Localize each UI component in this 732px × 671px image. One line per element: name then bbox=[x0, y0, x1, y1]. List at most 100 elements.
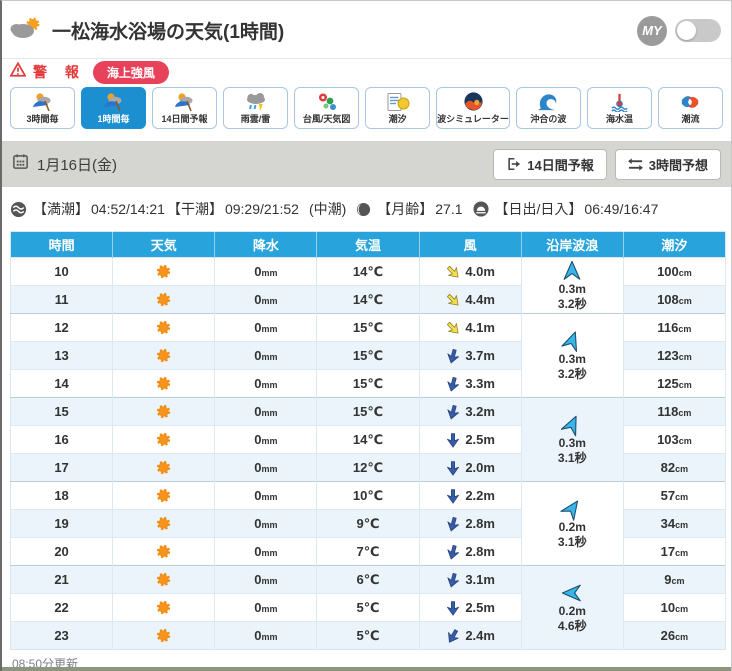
tide-cell: 108cm bbox=[623, 285, 727, 314]
tab-tide[interactable]: 潮汐 bbox=[365, 87, 431, 129]
sun-icon bbox=[155, 403, 172, 420]
coastal-wave-cell: 0.2m 4.6秒 bbox=[521, 565, 624, 650]
column-header: 降水 bbox=[214, 231, 317, 258]
time-cell: 20 bbox=[10, 537, 114, 566]
wind-cell: 2.0m bbox=[419, 453, 522, 482]
time-cell: 12 bbox=[10, 313, 114, 342]
wind-cell: 2.5m bbox=[419, 425, 522, 454]
time-cell: 16 bbox=[10, 425, 114, 454]
temp-cell: 12℃ bbox=[316, 453, 420, 482]
sun-icon bbox=[155, 347, 172, 364]
wave-period: 3.1秒 bbox=[557, 534, 587, 549]
tab-wavesim[interactable]: 波シミュレーター bbox=[436, 87, 510, 129]
precip-cell: 0mm bbox=[214, 621, 318, 650]
sun-cloud-umbrella-icon bbox=[30, 92, 56, 112]
tide-cell: 82cm bbox=[623, 453, 727, 482]
sun-icon bbox=[155, 291, 172, 308]
tab-label: 波シミュレーター bbox=[437, 113, 509, 124]
tab-label: 沖合の波 bbox=[530, 113, 567, 124]
precip-cell: 0mm bbox=[214, 285, 318, 314]
cloud-sun-icon bbox=[10, 16, 44, 45]
tab-3hour[interactable]: 3時間毎 bbox=[10, 87, 76, 129]
button-label: 3時間予想 bbox=[648, 157, 708, 173]
tab-offshore[interactable]: 沖合の波 bbox=[515, 87, 581, 129]
tide-cell: 26cm bbox=[623, 621, 727, 650]
wind-cell: 2.8m bbox=[419, 509, 522, 538]
tide-cell: 34cm bbox=[623, 509, 727, 538]
calendar-icon bbox=[12, 153, 29, 175]
sun-icon bbox=[155, 431, 172, 448]
tab-seatemp[interactable]: 海水温 bbox=[586, 87, 652, 129]
sun-icon bbox=[155, 515, 172, 532]
wind-cell: 3.3m bbox=[419, 369, 522, 398]
precip-cell: 0mm bbox=[214, 565, 318, 594]
weather-cell bbox=[112, 565, 216, 594]
high-tide-label: 【満潮】 bbox=[33, 201, 89, 217]
sunrise-sunset-icon bbox=[472, 201, 489, 217]
offshore-wave-icon bbox=[536, 92, 560, 112]
tab-1hour[interactable]: 1時間毎 bbox=[81, 87, 147, 129]
wind-cell: 2.8m bbox=[419, 537, 522, 566]
tide-wave-icon bbox=[10, 201, 27, 218]
tab-raincloud[interactable]: 雨雲/雷 bbox=[223, 87, 289, 129]
weather-cell bbox=[112, 593, 216, 622]
wind-arrow-icon bbox=[445, 516, 461, 532]
time-cell: 22 bbox=[10, 593, 114, 622]
wind-arrow-icon bbox=[445, 628, 461, 644]
tab-current[interactable]: 潮流 bbox=[657, 87, 723, 129]
temp-cell: 14℃ bbox=[316, 425, 420, 454]
tab-14day[interactable]: 14日間予報 bbox=[152, 87, 218, 129]
wind-arrow-icon bbox=[445, 264, 461, 280]
bottom-strip bbox=[2, 667, 731, 671]
wave-period: 4.6秒 bbox=[557, 618, 587, 633]
coastal-wave-cell: 0.3m 3.2秒 bbox=[521, 313, 624, 398]
precip-cell: 0mm bbox=[214, 313, 318, 342]
wave-direction-icon bbox=[560, 498, 583, 521]
moon-age-label: 【月齢】 bbox=[377, 201, 434, 217]
coastal-wave-cell: 0.3m 3.2秒 bbox=[521, 257, 624, 314]
wind-arrow-icon bbox=[445, 432, 461, 448]
time-cell: 15 bbox=[10, 397, 114, 426]
temp-cell: 15℃ bbox=[316, 341, 420, 370]
weather-cell bbox=[112, 257, 216, 286]
temp-cell: 5℃ bbox=[316, 621, 420, 650]
my-toggle[interactable] bbox=[675, 19, 721, 42]
my-badge[interactable]: MY bbox=[637, 15, 667, 46]
date-bar-buttons: 14日間予報 3時間予想 bbox=[493, 148, 721, 180]
column-header: 気温 bbox=[316, 231, 420, 258]
weather-cell bbox=[112, 425, 216, 454]
wind-arrow-icon bbox=[445, 572, 461, 588]
weather-cell bbox=[112, 369, 216, 398]
wind-cell: 4.4m bbox=[419, 285, 522, 314]
precip-cell: 0mm bbox=[214, 453, 318, 482]
tab-typhoon[interactable]: 台風/天気図 bbox=[294, 87, 360, 129]
wave-period: 3.2秒 bbox=[557, 296, 587, 311]
warning-badge[interactable]: 海上強風 bbox=[92, 60, 169, 84]
weather-cell bbox=[112, 341, 216, 370]
tide-cell: 103cm bbox=[623, 425, 727, 454]
sun-icon bbox=[155, 319, 172, 336]
wave-period: 3.1秒 bbox=[557, 450, 587, 465]
typhoon-icon bbox=[315, 92, 339, 112]
wind-arrow-icon bbox=[445, 600, 461, 616]
sun-icon bbox=[155, 543, 172, 560]
wind-arrow-icon bbox=[445, 488, 461, 504]
temp-cell: 15℃ bbox=[316, 313, 420, 342]
btn-3hour-forecast[interactable]: 3時間予想 bbox=[614, 148, 721, 180]
button-label: 14日間予報 bbox=[527, 157, 594, 173]
time-cell: 13 bbox=[10, 341, 114, 370]
current-date: 1月16日(金) bbox=[37, 156, 118, 174]
sea-temp-icon bbox=[609, 92, 630, 112]
time-cell: 23 bbox=[10, 621, 114, 650]
current-icon bbox=[678, 92, 702, 112]
tab-label: 台風/天気図 bbox=[302, 113, 351, 124]
wind-cell: 4.0m bbox=[419, 257, 522, 286]
time-cell: 14 bbox=[10, 369, 114, 398]
btn-14day-forecast[interactable]: 14日間予報 bbox=[493, 148, 607, 180]
sun-icon bbox=[155, 459, 172, 476]
sun-icon bbox=[155, 375, 172, 392]
precip-cell: 0mm bbox=[214, 369, 318, 398]
wave-direction-icon bbox=[561, 414, 583, 437]
sun-icon bbox=[155, 627, 172, 644]
warning-triangle-icon bbox=[9, 61, 27, 82]
